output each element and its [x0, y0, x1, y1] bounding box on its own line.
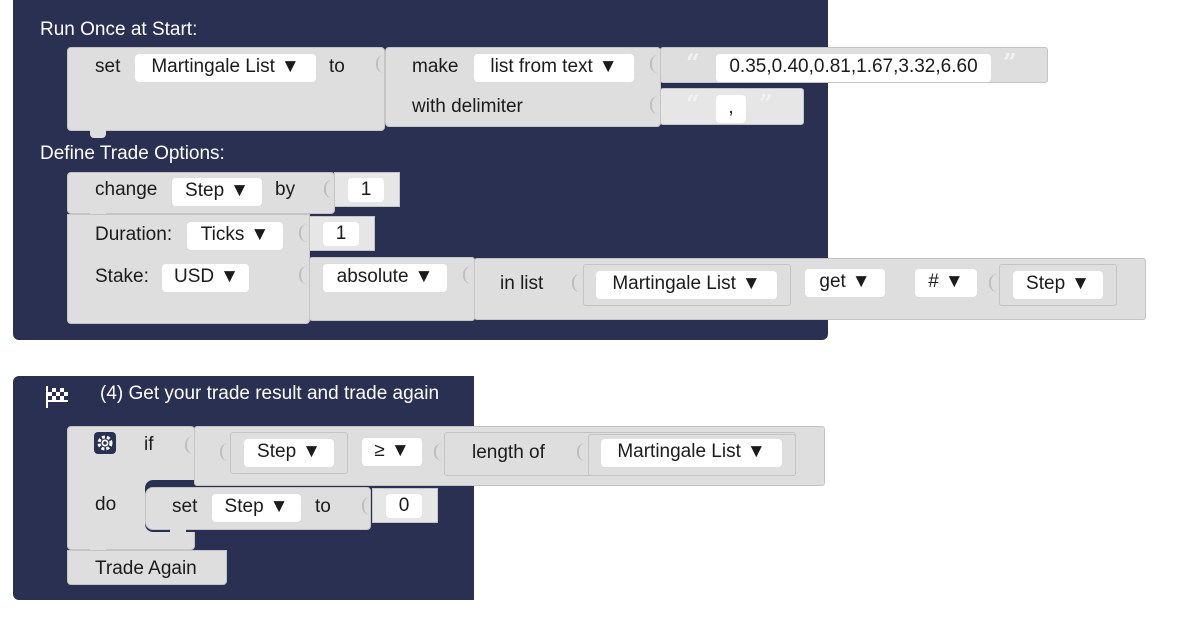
quote-close-icon: ” — [759, 89, 773, 118]
duration-unit-dropdown[interactable]: Ticks ▼ — [187, 222, 283, 250]
change-keyword: change — [95, 179, 158, 200]
to-keyword: to — [315, 496, 331, 517]
dropdown-arrow-icon: ▼ — [269, 496, 289, 517]
list-text-input[interactable]: 0.35,0.40,0.81,1.67,3.32,6.60 — [716, 54, 991, 82]
with-delimiter-label: with delimiter — [412, 96, 523, 117]
dropdown-value: Martingale List — [151, 56, 275, 77]
quote-close-icon: ” — [1003, 48, 1017, 77]
dropdown-value: Step — [257, 441, 297, 462]
dropdown-arrow-icon: ▼ — [250, 224, 270, 245]
dropdown-arrow-icon: ▼ — [414, 266, 434, 287]
currency-dropdown[interactable]: USD ▼ — [162, 264, 249, 292]
if-keyword: if — [144, 434, 154, 455]
absolute-dropdown[interactable]: absolute ▼ — [323, 264, 447, 292]
do-keyword: do — [95, 494, 117, 515]
dropdown-value: get — [819, 271, 846, 292]
variable-dropdown-martingale-list[interactable]: Martingale List ▼ — [135, 54, 316, 82]
dropdown-arrow-icon: ▼ — [220, 266, 239, 287]
dropdown-arrow-icon: ▼ — [741, 273, 761, 294]
in-list-label: in list — [500, 273, 544, 294]
variable-dropdown-step[interactable]: Step ▼ — [172, 178, 262, 206]
dropdown-value: Step — [224, 496, 264, 517]
dropdown-arrow-icon: ▼ — [851, 271, 871, 292]
condition-variable-dropdown[interactable]: Step ▼ — [244, 439, 334, 467]
dropdown-value: Ticks — [200, 224, 245, 245]
change-value-input[interactable]: 1 — [348, 178, 384, 202]
get-mode-dropdown[interactable]: get ▼ — [805, 269, 885, 297]
dropdown-value: list from text — [490, 56, 593, 77]
dropdown-arrow-icon: ▼ — [280, 56, 300, 77]
dropdown-arrow-icon: ▼ — [302, 441, 321, 462]
dropdown-arrow-icon: ▼ — [230, 180, 249, 201]
dropdown-value: Step — [1026, 273, 1066, 294]
dropdown-value: # — [928, 271, 939, 292]
length-of-label: length of — [472, 442, 545, 463]
dropdown-arrow-icon: ▼ — [746, 441, 766, 462]
set-keyword: set — [172, 496, 198, 517]
dropdown-value: absolute — [336, 266, 409, 287]
set-variable-dropdown[interactable]: Step ▼ — [212, 494, 301, 522]
dropdown-arrow-icon: ▼ — [390, 440, 410, 461]
dropdown-value: Martingale List — [617, 441, 741, 462]
block-title: (4) Get your trade result and trade agai… — [100, 383, 440, 404]
index-variable-dropdown[interactable]: Step ▼ — [1013, 271, 1103, 299]
dropdown-value: ≥ — [374, 440, 385, 461]
dropdown-arrow-icon: ▼ — [944, 271, 964, 292]
set-value-input[interactable]: 0 — [386, 494, 422, 518]
length-variable-dropdown[interactable]: Martingale List ▼ — [601, 439, 782, 467]
run-once-label: Run Once at Start: — [40, 19, 198, 40]
dropdown-value: Martingale List — [612, 273, 736, 294]
stake-label: Stake: — [95, 266, 149, 287]
set-keyword: set — [95, 56, 121, 77]
block-connector — [90, 130, 106, 138]
dropdown-arrow-icon: ▼ — [1071, 273, 1090, 294]
delimiter-input[interactable]: , — [716, 95, 746, 123]
list-mode-dropdown[interactable]: list from text ▼ — [474, 54, 634, 82]
duration-label: Duration: — [95, 224, 173, 245]
dropdown-arrow-icon: ▼ — [598, 56, 618, 77]
quote-open-icon: “ — [686, 89, 700, 118]
define-trade-options-label: Define Trade Options: — [40, 143, 225, 164]
checkered-flag-icon — [46, 386, 70, 408]
make-keyword: make — [412, 56, 459, 77]
gear-icon[interactable] — [94, 432, 116, 454]
list-variable-dropdown[interactable]: Martingale List ▼ — [596, 271, 777, 299]
duration-value-input[interactable]: 1 — [323, 222, 359, 246]
to-keyword: to — [329, 56, 345, 77]
dropdown-value: USD — [174, 266, 215, 287]
trade-again-label: Trade Again — [95, 558, 197, 579]
by-keyword: by — [275, 179, 296, 200]
dropdown-value: Step — [185, 180, 225, 201]
quote-open-icon: “ — [686, 48, 700, 77]
operator-dropdown[interactable]: ≥ ▼ — [362, 438, 422, 466]
block-connector — [170, 529, 186, 537]
index-mode-dropdown[interactable]: # ▼ — [915, 269, 977, 297]
